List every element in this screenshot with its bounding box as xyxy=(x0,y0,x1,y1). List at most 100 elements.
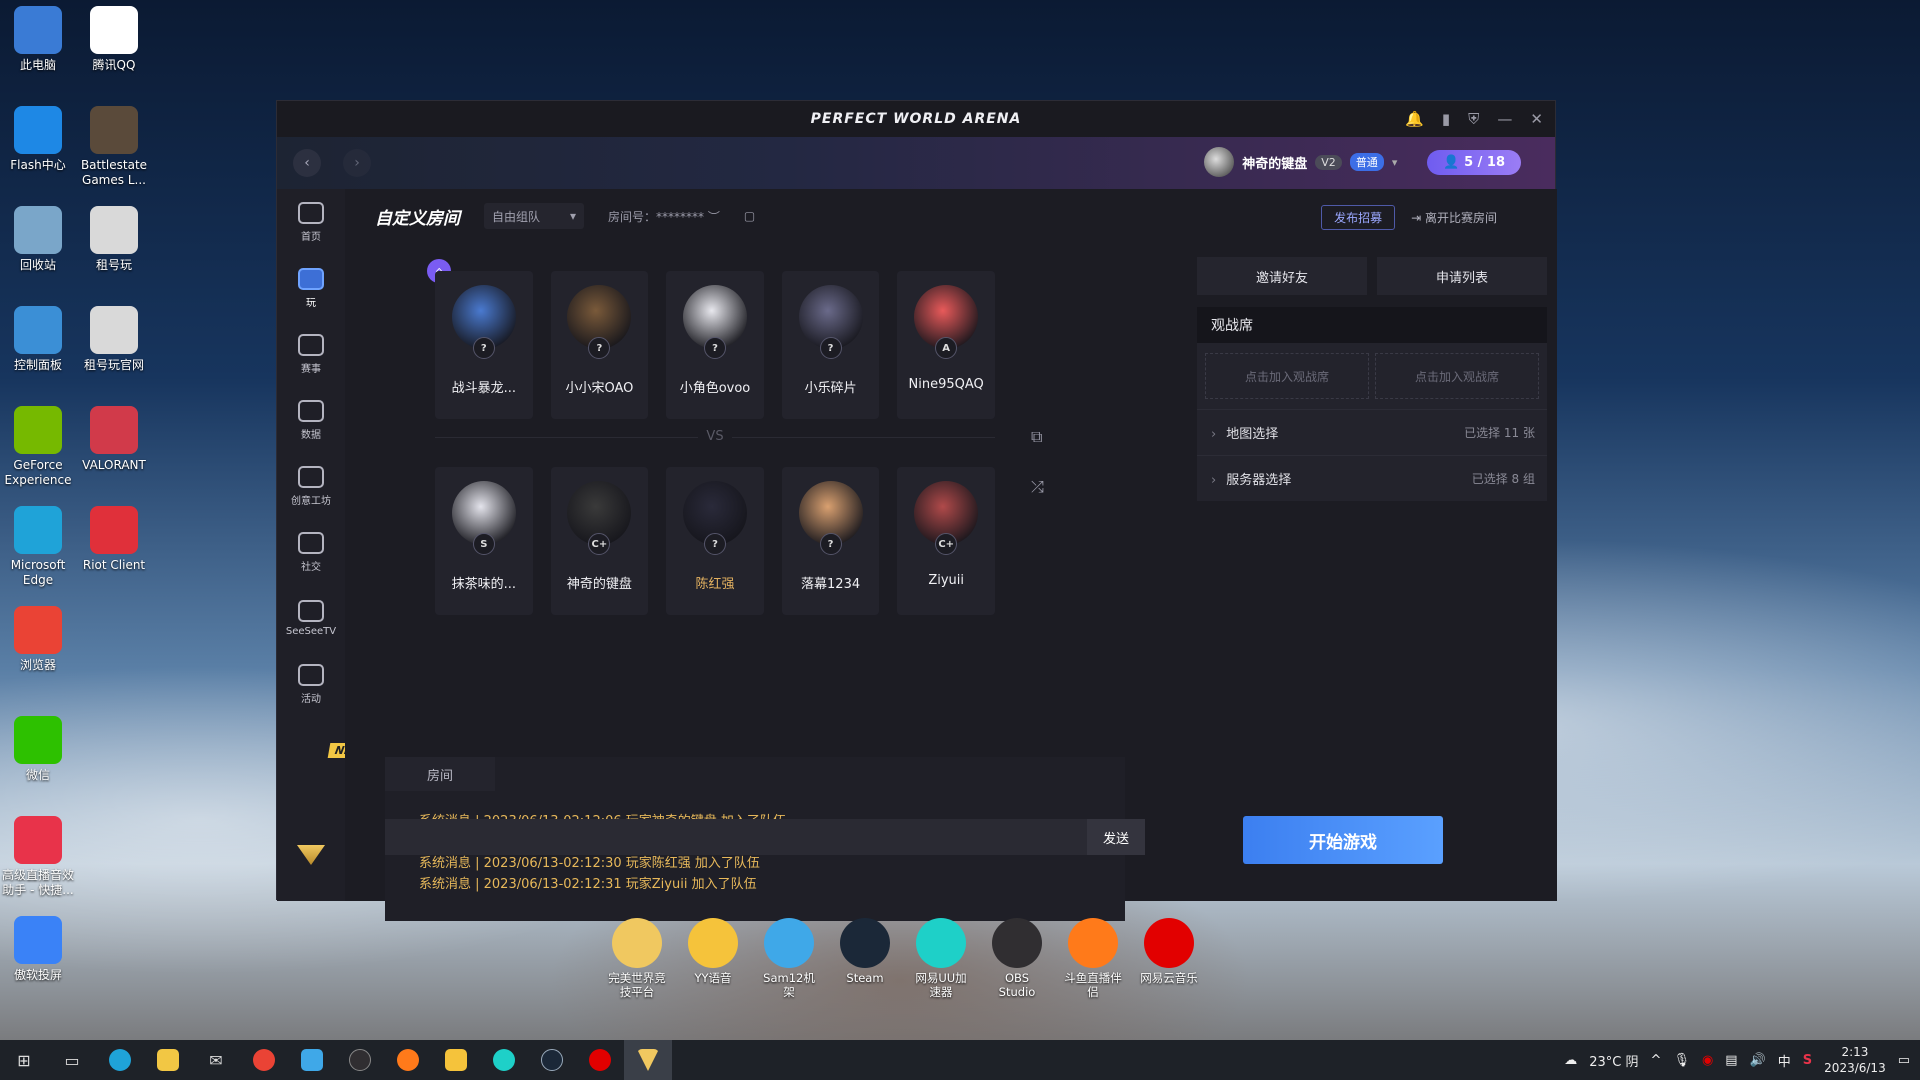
server-select-row[interactable]: › 服务器选择 已选择 8 组 xyxy=(1197,455,1547,501)
close-icon[interactable]: ✕ xyxy=(1530,110,1543,128)
desktop-icon[interactable]: Riot Client xyxy=(76,506,152,573)
desktop-icon[interactable]: 傲软投屏 xyxy=(0,916,76,983)
file-explorer-icon[interactable] xyxy=(144,1040,192,1080)
avatar: ? xyxy=(451,285,516,359)
desktop-icon[interactable]: 微信 xyxy=(0,716,76,783)
douyu-taskbar-icon[interactable] xyxy=(384,1040,432,1080)
dock-shortcut[interactable]: 网易UU加速器 xyxy=(910,918,972,1000)
netease-tray-icon[interactable]: ◉ xyxy=(1702,1053,1713,1068)
copy-icon[interactable]: ▢ xyxy=(744,209,755,223)
shield-icon[interactable]: ⛨ xyxy=(1468,110,1479,128)
dock-shortcut[interactable]: Sam12机架 xyxy=(758,918,820,1000)
chevron-up-icon[interactable]: ^ xyxy=(1651,1053,1662,1068)
player-slot[interactable]: ? 陈红强 xyxy=(666,467,764,615)
chevron-down-icon[interactable]: ▾ xyxy=(1392,156,1398,169)
dock-shortcut[interactable]: OBS Studio xyxy=(986,918,1048,1000)
sidebar-item[interactable]: 玩 xyxy=(277,255,345,321)
yy-taskbar-icon[interactable] xyxy=(432,1040,480,1080)
desktop-icon[interactable]: Battlestate Games L... xyxy=(76,106,152,188)
desktop-icon[interactable]: 腾讯QQ xyxy=(76,6,152,73)
app-icon xyxy=(764,918,814,968)
desktop-icon[interactable]: 浏览器 xyxy=(0,606,76,673)
player-slot[interactable]: ? 战斗暴龙... xyxy=(435,271,533,419)
sidebar-item[interactable]: 赛事 xyxy=(277,321,345,387)
mail-icon[interactable]: ✉ xyxy=(192,1040,240,1080)
start-game-button[interactable]: 开始游戏 xyxy=(1243,816,1443,864)
send-button[interactable]: 发送 xyxy=(1087,819,1145,855)
weather-text[interactable]: 23°C 阴 xyxy=(1589,1051,1638,1070)
chevron-left-icon: ‹ xyxy=(304,155,310,171)
desktop-icon[interactable]: 回收站 xyxy=(0,206,76,273)
sidebar-item[interactable]: 首页 xyxy=(277,189,345,255)
chrome-taskbar-icon[interactable] xyxy=(240,1040,288,1080)
windows-start-icon[interactable]: ⊞ xyxy=(0,1040,48,1080)
microphone-icon[interactable]: 🎙 xyxy=(1673,1053,1690,1068)
player-slot[interactable]: C+ 神奇的键盘 xyxy=(550,467,649,615)
sam-taskbar-icon[interactable] xyxy=(288,1040,336,1080)
app-header: ‹ › 神奇的键盘 V2 普通 ▾ 👤 5 / 18 xyxy=(277,137,1555,189)
task-view-icon[interactable]: ▭ xyxy=(48,1040,96,1080)
sidebar-item[interactable]: 数据 xyxy=(277,387,345,453)
map-select-row[interactable]: › 地图选择 已选择 11 张 xyxy=(1197,409,1547,455)
sidebar-item[interactable]: SeeSeeTV xyxy=(277,585,345,651)
player-slot[interactable]: ? 小角色ovoo xyxy=(666,271,764,419)
desktop-icon[interactable]: Flash中心 xyxy=(0,106,76,173)
dock-shortcut[interactable]: Steam xyxy=(834,918,896,1000)
leave-room-button[interactable]: ⇥ 离开比赛房间 xyxy=(1411,209,1497,226)
publish-recruit-button[interactable]: 发布招募 xyxy=(1321,205,1396,230)
system-clock[interactable]: 2:13 2023/6/13 xyxy=(1824,1044,1886,1076)
minimize-icon[interactable]: — xyxy=(1497,110,1512,128)
title-bar[interactable]: PERFECT WORLD ARENA 🔔 ▮ ⛨ — ✕ xyxy=(277,101,1555,137)
spectator-slot[interactable]: 点击加入观战席 xyxy=(1375,353,1539,399)
taskbar: ⊞ ▭ ✉ ☁ 23°C 阴 ^ 🎙 ◉ ▤ 🔊 中 S 2:13 2023/6… xyxy=(0,1040,1920,1080)
avatar[interactable] xyxy=(1204,147,1235,177)
apply-list-button[interactable]: 申请列表 xyxy=(1377,257,1547,295)
network-icon[interactable]: ▤ xyxy=(1725,1053,1737,1068)
obs-taskbar-icon[interactable] xyxy=(336,1040,384,1080)
notification-icon[interactable]: ▭ xyxy=(1898,1053,1910,1068)
desktop-icon[interactable]: Microsoft Edge xyxy=(0,506,76,588)
team-mode-select[interactable]: 自由组队 ▾ xyxy=(484,203,584,229)
uu-taskbar-icon[interactable] xyxy=(480,1040,528,1080)
edge-taskbar-icon[interactable] xyxy=(96,1040,144,1080)
user-profile[interactable]: 神奇的键盘 V2 普通 ▾ 👤 5 / 18 xyxy=(1204,147,1521,177)
dock-shortcut[interactable]: 完美世界竞技平台 xyxy=(606,918,668,1000)
player-slot[interactable]: C+ Ziyuii xyxy=(897,467,995,615)
spectator-slot[interactable]: 点击加入观战席 xyxy=(1205,353,1369,399)
desktop-icon[interactable]: 租号玩 xyxy=(76,206,152,273)
sidebar-item[interactable]: 活动 xyxy=(277,651,345,717)
player-slot[interactable]: ? 小乐碎片 xyxy=(781,271,880,419)
sidebar-item[interactable]: 社交 xyxy=(277,519,345,585)
invite-friends-button[interactable]: 邀请好友 xyxy=(1197,257,1367,295)
bell-icon[interactable]: 🔔 xyxy=(1405,110,1424,128)
tab-room-chat[interactable]: 房间 xyxy=(385,757,495,791)
sidebar-item[interactable]: 创意工坊 xyxy=(277,453,345,519)
ime-indicator[interactable]: 中 xyxy=(1778,1051,1791,1070)
swap-teams-icon[interactable]: ⧉ xyxy=(1031,427,1044,447)
eye-closed-icon[interactable]: ︶ xyxy=(708,210,720,224)
back-button[interactable]: ‹ xyxy=(293,149,321,177)
shuffle-icon[interactable]: ⤮ xyxy=(1031,477,1044,497)
dock-shortcut[interactable]: 斗鱼直播伴侣 xyxy=(1062,918,1124,1000)
steam-taskbar-icon[interactable] xyxy=(528,1040,576,1080)
desktop-icon[interactable]: GeForce Experience xyxy=(0,406,76,488)
volume-icon[interactable]: 🔊 xyxy=(1750,1053,1766,1068)
chat-input[interactable] xyxy=(385,819,1087,855)
desktop-icon[interactable]: 高级直播音效助手 - 快捷... xyxy=(0,816,76,898)
player-count-pill[interactable]: 👤 5 / 18 xyxy=(1427,149,1521,175)
desktop-icon[interactable]: 控制面板 xyxy=(0,306,76,373)
pwa-taskbar-icon[interactable] xyxy=(624,1040,672,1080)
player-slot[interactable]: ? 落幕1234 xyxy=(781,467,880,615)
desktop-icon[interactable]: VALORANT xyxy=(76,406,152,473)
sogou-tray-icon[interactable]: S xyxy=(1803,1053,1812,1068)
forward-button[interactable]: › xyxy=(343,149,371,177)
desktop-icon[interactable]: 租号玩官网 xyxy=(76,306,152,373)
player-slot[interactable]: S 抹茶味的... xyxy=(435,467,533,615)
dock-shortcut[interactable]: 网易云音乐 xyxy=(1138,918,1200,1000)
signal-icon[interactable]: ▮ xyxy=(1442,110,1450,128)
netease-music-taskbar-icon[interactable] xyxy=(576,1040,624,1080)
desktop-icon[interactable]: 此电脑 xyxy=(0,6,76,73)
player-slot[interactable]: ? 小小宋OAO xyxy=(550,271,649,419)
dock-shortcut[interactable]: YY语音 xyxy=(682,918,744,1000)
player-slot[interactable]: A Nine95QAQ xyxy=(897,271,995,419)
